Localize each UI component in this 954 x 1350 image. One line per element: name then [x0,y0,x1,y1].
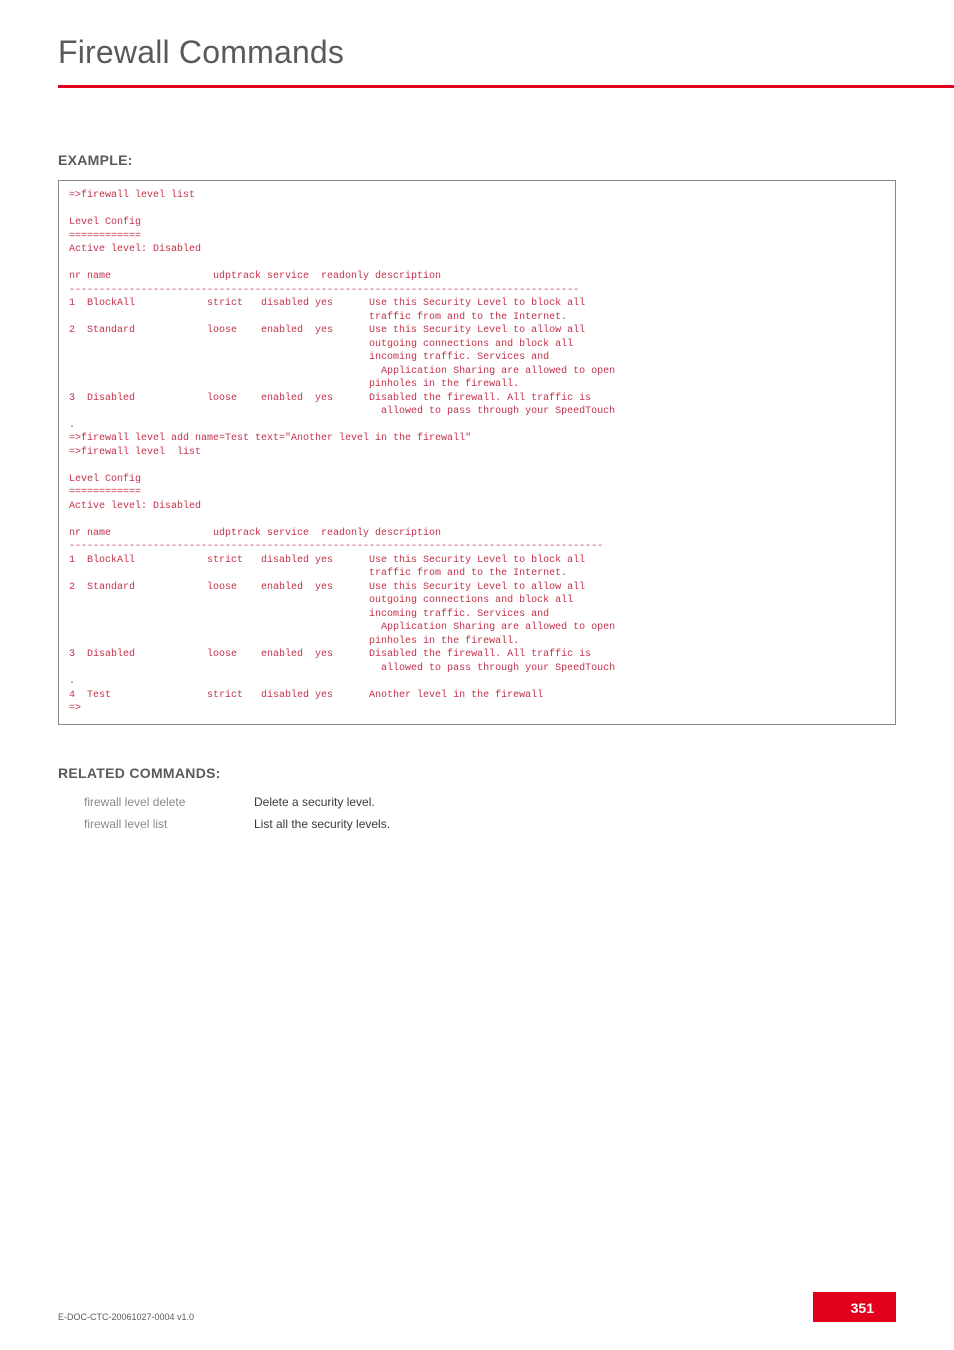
related-command-desc: Delete a security level. [254,795,375,809]
page-header: Firewall Commands [0,0,954,88]
related-command-link[interactable]: firewall level delete [84,795,254,809]
related-command-desc: List all the security levels. [254,817,390,831]
related-row: firewall level delete Delete a security … [84,795,896,809]
related-row: firewall level list List all the securit… [84,817,896,831]
header-divider [58,85,954,88]
related-commands-table: firewall level delete Delete a security … [84,795,896,831]
page-footer: E-DOC-CTC-20061027-0004 v1.0 351 [58,1292,896,1322]
terminal-output: =>firewall level list Level Config =====… [58,180,896,725]
content-area: EXAMPLE: =>firewall level list Level Con… [0,152,954,831]
document-id: E-DOC-CTC-20061027-0004 v1.0 [58,1312,194,1322]
page-title: Firewall Commands [58,34,954,71]
page-number: 351 [813,1292,896,1322]
related-command-link[interactable]: firewall level list [84,817,254,831]
related-commands-label: RELATED COMMANDS: [58,765,896,781]
example-label: EXAMPLE: [58,152,896,168]
